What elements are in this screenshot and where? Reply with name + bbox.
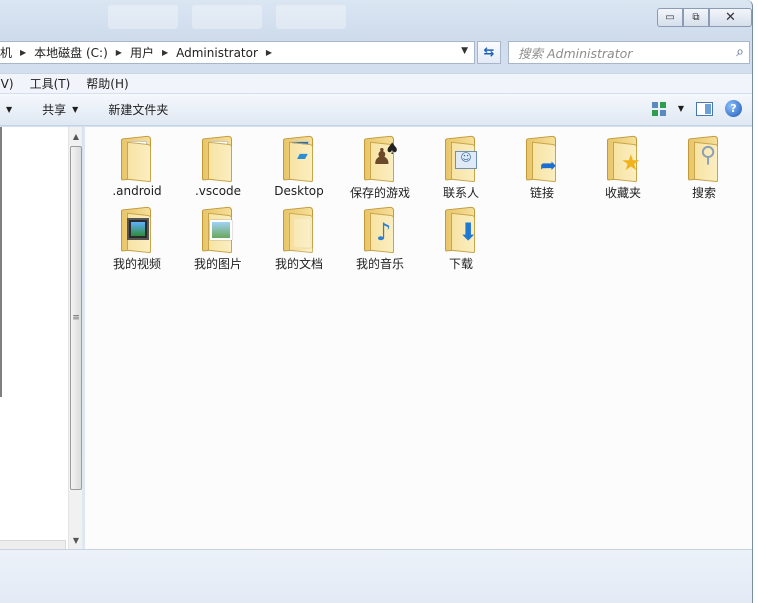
command-bar: ▼ 共享 ▼ 新建文件夹 ▼ ? [0, 94, 752, 126]
view-options-chevron-icon[interactable]: ▼ [678, 104, 684, 113]
folder-label: 下载 [448, 257, 473, 271]
folder-downloads-icon: ⬇ [439, 206, 483, 254]
scroll-thumb[interactable]: ≡ [70, 146, 82, 490]
breadcrumb-users[interactable]: 用户 ▶ [130, 44, 176, 61]
folder-label: 我的图片 [193, 257, 242, 271]
scroll-up-icon[interactable]: ▲ [69, 129, 83, 143]
search-icon[interactable]: ⌕ [736, 44, 744, 60]
close-icon: ✕ [725, 10, 736, 25]
maximize-button[interactable]: ⧉ [683, 8, 709, 27]
folder-item-documents[interactable]: 我的文档 [259, 206, 339, 272]
folder-label: .vscode [194, 184, 242, 198]
folder-videos-icon [115, 206, 159, 254]
folder-pictures-icon [196, 206, 240, 254]
chevron-down-icon[interactable]: ▼ [6, 105, 12, 114]
close-button[interactable]: ✕ [709, 8, 752, 27]
folder-item-videos[interactable]: 我的视频 [97, 206, 177, 272]
folder-desktop-icon: ▰ [277, 135, 321, 183]
folder-contacts-icon: ☺ [439, 135, 483, 183]
folder-label: 我的文档 [274, 257, 323, 271]
folder-music-icon: ♪ [358, 206, 402, 254]
breadcrumb-partial[interactable]: 机 ▶ [0, 44, 34, 61]
folder-item-saved-games[interactable]: ♟ ♠ 保存的游戏 [340, 135, 420, 201]
address-bar[interactable]: 机 ▶ 本地磁盘 (C:) ▶ 用户 ▶ Administrator ▶ ▼ [0, 41, 475, 64]
folder-label: .android [112, 184, 162, 198]
minimize-icon: ▭ [665, 12, 675, 23]
refresh-icon: ⇆ [483, 45, 495, 60]
nav-scrollbar[interactable]: ▲ ≡ ▼ [68, 127, 82, 549]
breadcrumb-partial-label: 机 [0, 46, 13, 60]
preview-pane-icon[interactable] [696, 101, 713, 116]
folder-label: 链接 [529, 186, 554, 200]
folder-label: 收藏夹 [604, 186, 641, 200]
view-controls: ▼ ? [651, 100, 742, 117]
folder-item-downloads[interactable]: ⬇ 下载 [421, 206, 501, 272]
menu-tools[interactable]: 工具(T) [30, 75, 71, 92]
folder-item-favorites[interactable]: ★ 收藏夹 [583, 135, 663, 201]
address-dropdown-icon[interactable]: ▼ [461, 46, 468, 56]
chevron-right-icon[interactable]: ▶ [266, 48, 272, 57]
breadcrumb-label: 本地磁盘 (C:) [34, 46, 108, 60]
refresh-button[interactable]: ⇆ [477, 41, 501, 64]
folder-item-contacts[interactable]: ☺ 联系人 [421, 135, 501, 201]
chevron-right-icon[interactable]: ▶ [116, 48, 122, 57]
folder-documents-icon [277, 206, 321, 254]
folder-item-links[interactable]: ➦ 链接 [502, 135, 582, 201]
folder-links-icon: ➦ [520, 135, 564, 183]
chevron-down-icon: ▼ [72, 105, 79, 114]
scroll-down-icon[interactable]: ▼ [69, 533, 83, 547]
folder-label: 保存的游戏 [349, 186, 410, 200]
search-input[interactable]: 搜索 Administrator ⌕ [508, 41, 750, 64]
search-placeholder: 搜索 Administrator [518, 46, 633, 61]
details-pane [0, 549, 752, 603]
folder-item-desktop[interactable]: ▰ Desktop [259, 135, 339, 198]
share-label: 共享 [42, 103, 67, 117]
folder-label: 我的音乐 [355, 257, 404, 271]
share-button[interactable]: 共享 ▼ [42, 101, 78, 118]
folder-item-vscode[interactable]: .vscode [178, 135, 258, 198]
menu-help[interactable]: 帮助(H) [86, 75, 128, 92]
file-list[interactable]: .android .vscode ▰ Desktop ♟ ♠ 保存的游戏 ☺ 联… [85, 127, 752, 549]
folder-favorites-icon: ★ [601, 135, 645, 183]
change-view-icon[interactable] [651, 101, 666, 116]
folder-doc-icon [196, 135, 240, 183]
minimize-button[interactable]: ▭ [657, 8, 683, 27]
folder-item-music[interactable]: ♪ 我的音乐 [340, 206, 420, 272]
breadcrumb-label: 用户 [129, 46, 154, 60]
folder-doc-icon [115, 135, 159, 183]
folder-search-icon: ⚲ [682, 135, 726, 183]
folder-item-android[interactable]: .android [97, 135, 177, 198]
folder-label: 联系人 [442, 186, 479, 200]
new-folder-label: 新建文件夹 [108, 103, 169, 117]
folder-item-search[interactable]: ⚲ 搜索 [664, 135, 744, 201]
folder-games-icon: ♟ ♠ [358, 135, 402, 183]
new-folder-button[interactable]: 新建文件夹 [108, 101, 168, 118]
caption-buttons: ▭ ⧉ ✕ [657, 8, 752, 27]
folder-label: 搜索 [691, 186, 716, 200]
navigation-pane[interactable] [0, 127, 68, 562]
restore-icon: ⧉ [692, 12, 700, 23]
breadcrumb-local-disk[interactable]: 本地磁盘 (C:) ▶ [34, 44, 130, 61]
chevron-right-icon[interactable]: ▶ [20, 48, 26, 57]
help-icon[interactable]: ? [725, 100, 742, 117]
background-ghost-toolbar [96, 0, 368, 34]
folder-label: Desktop [274, 184, 324, 198]
breadcrumb-administrator[interactable]: Administrator ▶ [176, 46, 280, 60]
menu-view-partial[interactable]: (V) [0, 77, 14, 91]
folder-label: 我的视频 [112, 257, 161, 271]
folder-item-pictures[interactable]: 我的图片 [178, 206, 258, 272]
nav-pane-border [0, 127, 2, 397]
chevron-right-icon[interactable]: ▶ [162, 48, 168, 57]
breadcrumb-label: Administrator [176, 45, 258, 60]
menu-bar: (V) 工具(T) 帮助(H) [0, 73, 752, 93]
